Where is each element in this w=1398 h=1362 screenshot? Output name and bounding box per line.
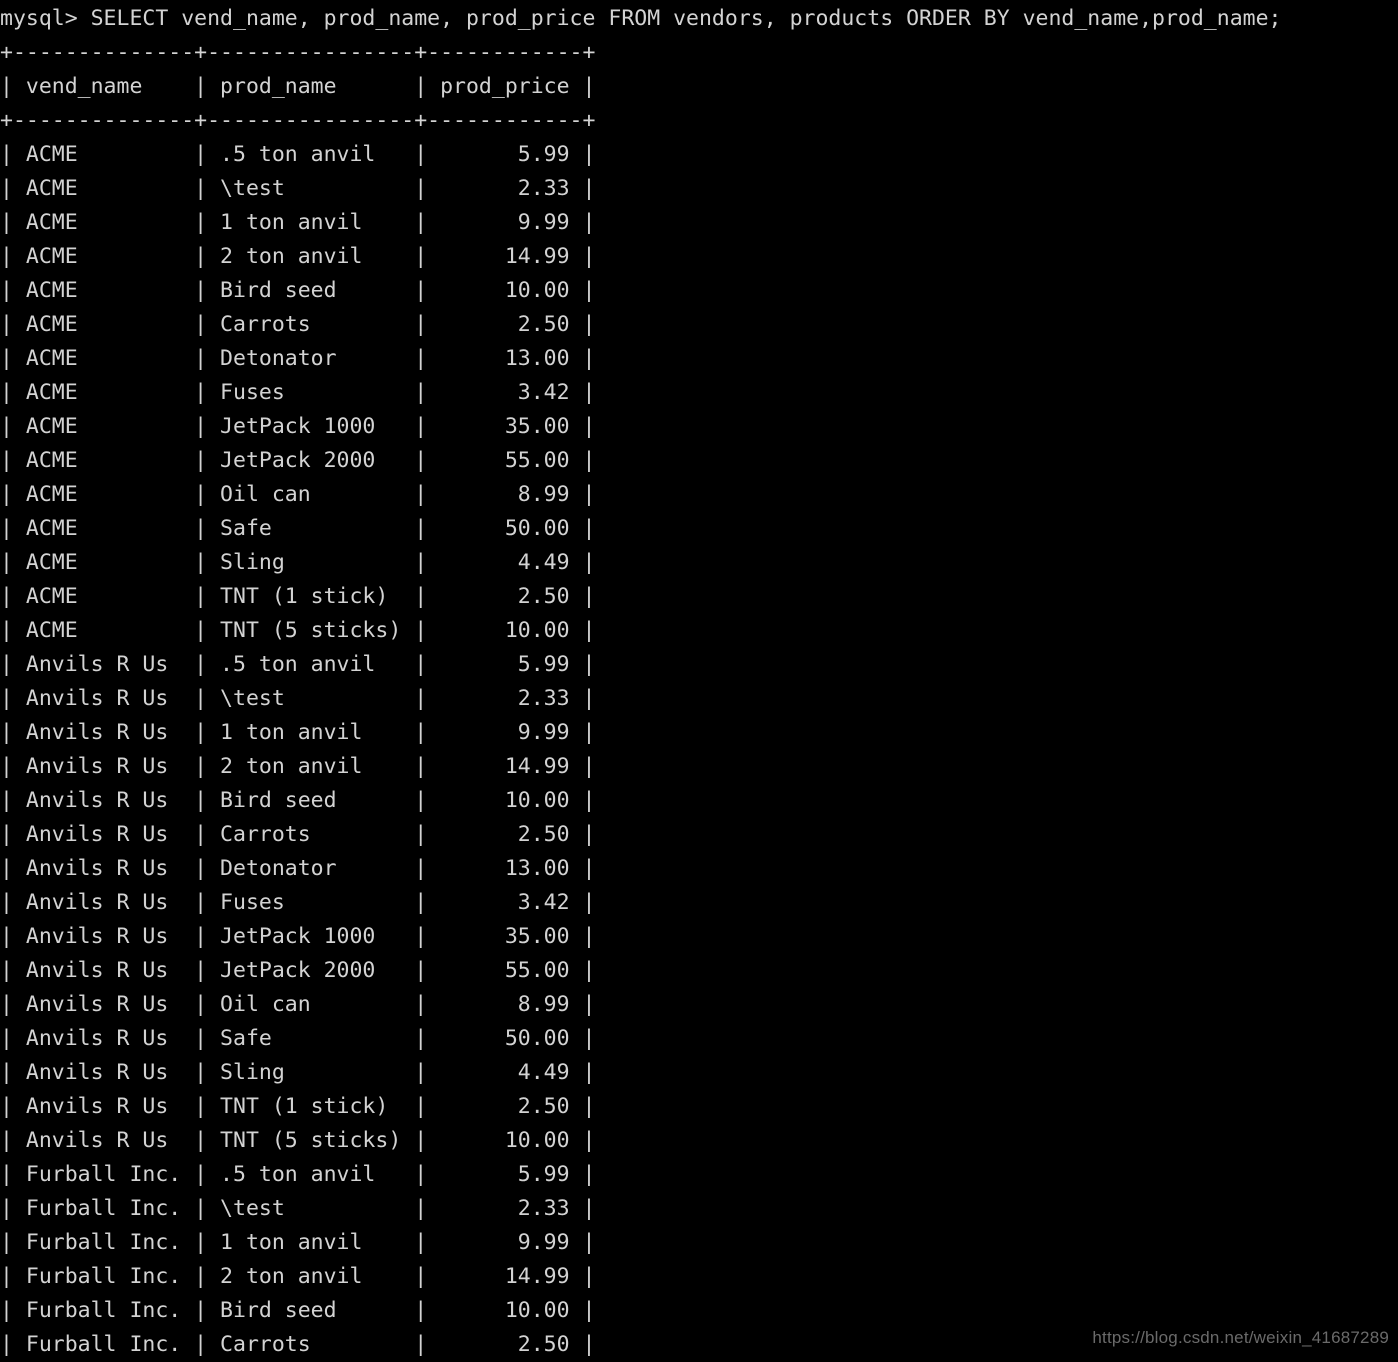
terminal-output: mysql> SELECT vend_name, prod_name, prod… <box>0 6 1282 1357</box>
terminal-window[interactable]: mysql> SELECT vend_name, prod_name, prod… <box>0 0 1398 1357</box>
watermark: https://blog.csdn.net/weixin_41687289 <box>1092 1328 1389 1347</box>
